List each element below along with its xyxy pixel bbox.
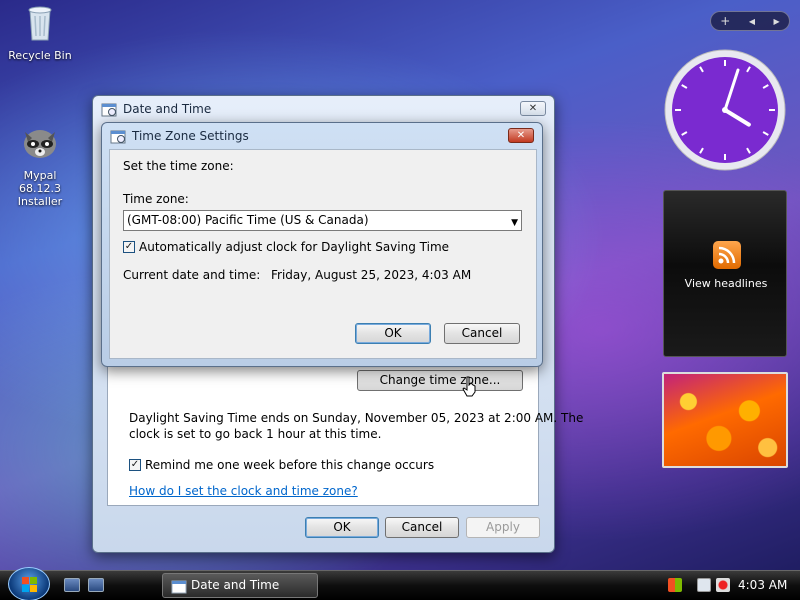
remind-checkbox[interactable]: ✓ xyxy=(129,459,141,471)
date-time-titlebar[interactable]: Date and Time xyxy=(93,96,554,122)
desktop-icon-label: Recycle Bin xyxy=(8,49,72,62)
time-zone-label: Time zone: xyxy=(123,192,189,206)
close-button[interactable]: ✕ xyxy=(520,101,546,116)
feed-headlines-gadget[interactable]: View headlines xyxy=(663,190,787,357)
windows-logo-icon xyxy=(22,577,37,592)
time-zone-settings-dialog: Time Zone Settings ✕ Set the time zone: … xyxy=(101,122,543,367)
auto-dst-checkbox[interactable]: ✓ xyxy=(123,241,135,253)
feed-headlines-label: View headlines xyxy=(684,277,768,290)
mouse-cursor-icon xyxy=(462,376,476,397)
sidebar-prev-button[interactable]: ◀ xyxy=(749,17,755,26)
taskbar-item-label: Date and Time xyxy=(191,578,280,592)
dst-message-line1: Daylight Saving Time ends on Sunday, Nov… xyxy=(129,411,584,425)
clock-calendar-icon xyxy=(110,130,126,144)
volume-muted-icon[interactable] xyxy=(716,578,730,592)
cancel-button[interactable]: Cancel xyxy=(385,517,459,538)
clock-gadget[interactable] xyxy=(663,48,787,172)
set-time-zone-heading: Set the time zone: xyxy=(123,159,234,173)
current-date-time-value: Friday, August 25, 2023, 4:03 AM xyxy=(271,268,472,282)
chevron-down-icon: ▼ xyxy=(511,218,518,228)
switch-windows-icon[interactable] xyxy=(88,578,104,592)
auto-dst-label: Automatically adjust clock for Daylight … xyxy=(139,240,450,254)
raccoon-icon xyxy=(24,130,56,158)
recycle-bin-icon xyxy=(28,6,52,41)
close-button[interactable]: ✕ xyxy=(508,128,534,143)
desktop-icon-mypal-installer[interactable]: Mypal 68.12.3 Installer xyxy=(0,122,80,208)
remind-label: Remind me one week before this change oc… xyxy=(145,458,435,472)
dst-message-line2: clock is set to go back 1 hour at this t… xyxy=(129,427,382,441)
time-zone-titlebar[interactable]: Time Zone Settings xyxy=(102,123,542,149)
network-icon[interactable] xyxy=(697,578,711,592)
clock-calendar-icon xyxy=(171,580,187,594)
dialog-title: Time Zone Settings xyxy=(132,129,249,143)
taskbar-clock[interactable]: 4:03 AM xyxy=(738,578,787,592)
apply-button: Apply xyxy=(466,517,540,538)
slideshow-gadget[interactable] xyxy=(662,372,788,468)
clock-calendar-icon xyxy=(101,103,117,117)
help-link[interactable]: How do I set the clock and time zone? xyxy=(129,484,358,498)
time-zone-value: (GMT-08:00) Pacific Time (US & Canada) xyxy=(127,213,369,227)
current-date-time-label: Current date and time: xyxy=(123,268,261,282)
window-title: Date and Time xyxy=(123,102,212,116)
cancel-button[interactable]: Cancel xyxy=(444,323,520,344)
rss-feed-icon xyxy=(713,241,741,269)
windows-flag-tray-icon[interactable] xyxy=(668,578,682,592)
ok-button[interactable]: OK xyxy=(355,323,431,344)
sidebar-controls: + ◀ ▶ xyxy=(710,11,790,31)
time-zone-content: Set the time zone: Time zone: (GMT-08:00… xyxy=(109,149,537,359)
desktop-icon-label: Mypal 68.12.3 Installer xyxy=(17,169,63,208)
add-gadget-button[interactable]: + xyxy=(720,14,730,28)
taskbar-item-date-and-time[interactable]: Date and Time xyxy=(162,573,318,598)
ok-button[interactable]: OK xyxy=(305,517,379,538)
desktop-icon-recycle-bin[interactable]: Recycle Bin xyxy=(0,2,80,62)
change-time-zone-button[interactable]: Change time zone... xyxy=(357,370,523,391)
start-button[interactable] xyxy=(8,567,50,600)
time-zone-select[interactable]: (GMT-08:00) Pacific Time (US & Canada) ▼ xyxy=(123,210,522,231)
show-desktop-icon[interactable] xyxy=(64,578,80,592)
sidebar-next-button[interactable]: ▶ xyxy=(774,17,780,26)
